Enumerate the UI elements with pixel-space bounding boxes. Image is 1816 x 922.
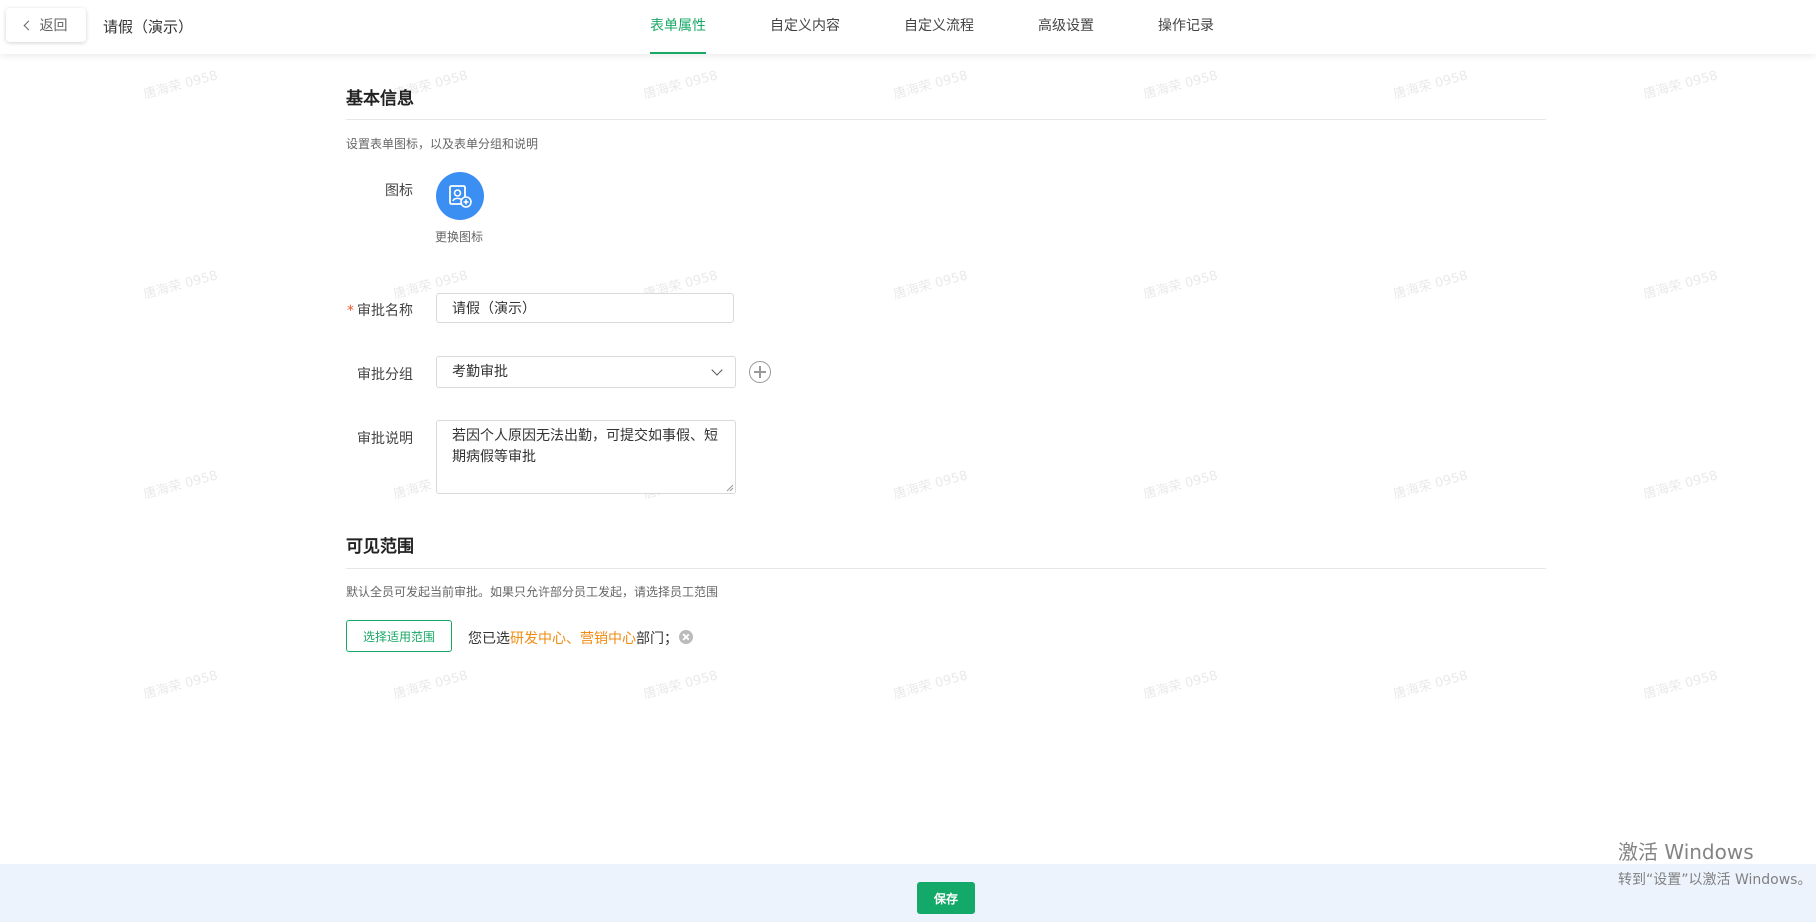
watermark: 唐海荣 0958 xyxy=(891,668,970,703)
selected-scope-text: 您已选研发中心、营销中心部门； xyxy=(468,628,678,648)
footer-bar: 保存 xyxy=(0,864,1816,922)
tab-operation-log[interactable]: 操作记录 xyxy=(1158,0,1214,54)
required-marker: * xyxy=(347,303,354,319)
approval-name-input[interactable] xyxy=(436,293,734,323)
approval-group-select[interactable]: 考勤审批 xyxy=(436,356,736,388)
approval-group-value: 考勤审批 xyxy=(452,364,508,380)
activation-title: 激活 Windows xyxy=(1618,840,1754,864)
windows-activation-notice: 激活 Windows 转到“设置”以激活 Windows。 xyxy=(1618,836,1811,889)
watermark: 唐海荣 0958 xyxy=(391,668,470,703)
watermark: 唐海荣 0958 xyxy=(1641,468,1720,503)
approval-name-label-text: 审批名称 xyxy=(357,303,413,319)
section-divider xyxy=(346,568,1546,569)
watermark: 唐海荣 0958 xyxy=(641,68,720,103)
tab-advanced-settings[interactable]: 高级设置 xyxy=(1038,0,1094,54)
selected-prefix: 您已选 xyxy=(468,631,510,647)
watermark: 唐海荣 0958 xyxy=(1641,668,1720,703)
watermark: 唐海荣 0958 xyxy=(141,268,220,303)
watermark: 唐海荣 0958 xyxy=(1641,268,1720,303)
watermark: 唐海荣 0958 xyxy=(1141,468,1220,503)
watermark: 唐海荣 0958 xyxy=(1641,68,1720,103)
top-header: 返回 请假（演示） 表单属性 自定义内容 自定义流程 高级设置 操作记录 xyxy=(0,0,1816,54)
watermark: 唐海荣 0958 xyxy=(891,68,970,103)
watermark: 唐海荣 0958 xyxy=(891,468,970,503)
chevron-down-icon xyxy=(711,364,723,376)
approval-description-label: 审批说明 xyxy=(357,431,413,447)
watermark-layer: 唐海荣 0958 唐海荣 0958 唐海荣 0958 唐海荣 0958 唐海荣 … xyxy=(0,54,1816,864)
selected-dept: 研发中心 xyxy=(510,631,566,647)
dept-separator: 、 xyxy=(566,631,580,647)
back-button[interactable]: 返回 xyxy=(6,8,86,42)
basic-info-description: 设置表单图标，以及表单分组和说明 xyxy=(346,137,539,151)
watermark: 唐海荣 0958 xyxy=(141,668,220,703)
select-scope-button[interactable]: 选择适用范围 xyxy=(346,620,452,652)
watermark: 唐海荣 0958 xyxy=(1141,668,1220,703)
form-title: 请假（演示） xyxy=(103,18,194,36)
watermark: 唐海荣 0958 xyxy=(1141,68,1220,103)
section-divider xyxy=(346,119,1546,120)
watermark: 唐海荣 0958 xyxy=(641,668,720,703)
approval-group-label: 审批分组 xyxy=(357,367,413,383)
visibility-title: 可见范围 xyxy=(346,537,414,557)
tab-form-properties[interactable]: 表单属性 xyxy=(650,0,706,54)
activation-subtitle: 转到“设置”以激活 Windows。 xyxy=(1618,872,1812,888)
form-icon[interactable] xyxy=(436,172,484,220)
tab-custom-content[interactable]: 自定义内容 xyxy=(770,0,840,54)
watermark: 唐海荣 0958 xyxy=(141,68,220,103)
selected-suffix: 部门； xyxy=(636,631,678,647)
back-label: 返回 xyxy=(39,18,68,34)
page: 返回 请假（演示） 表单属性 自定义内容 自定义流程 高级设置 操作记录 唐海荣… xyxy=(0,0,1816,922)
add-group-button[interactable] xyxy=(749,361,771,383)
watermark: 唐海荣 0958 xyxy=(1391,68,1470,103)
watermark: 唐海荣 0958 xyxy=(891,268,970,303)
selected-dept: 营销中心 xyxy=(580,631,636,647)
watermark: 唐海荣 0958 xyxy=(1391,268,1470,303)
change-icon-link[interactable]: 更换图标 xyxy=(435,228,483,245)
watermark: 唐海荣 0958 xyxy=(1391,468,1470,503)
save-button[interactable]: 保存 xyxy=(917,882,975,914)
visibility-description: 默认全员可发起当前审批。如果只允许部分员工发起，请选择员工范围 xyxy=(346,585,719,599)
tab-custom-flow[interactable]: 自定义流程 xyxy=(904,0,974,54)
approval-description-textarea[interactable]: 若因个人原因无法出勤，可提交如事假、短期病假等审批 xyxy=(436,420,736,494)
chevron-left-icon xyxy=(23,20,33,30)
resize-handle-icon[interactable] xyxy=(726,484,734,492)
tab-bar: 表单属性 自定义内容 自定义流程 高级设置 操作记录 xyxy=(650,0,1278,54)
watermark: 唐海荣 0958 xyxy=(1391,668,1470,703)
watermark: 唐海荣 0958 xyxy=(1141,268,1220,303)
basic-info-title: 基本信息 xyxy=(346,89,414,109)
form-edit-icon xyxy=(449,185,472,208)
icon-label: 图标 xyxy=(385,183,413,199)
approval-name-label: * 审批名称 xyxy=(346,300,413,320)
watermark: 唐海荣 0958 xyxy=(141,468,220,503)
clear-scope-icon[interactable] xyxy=(679,630,693,644)
